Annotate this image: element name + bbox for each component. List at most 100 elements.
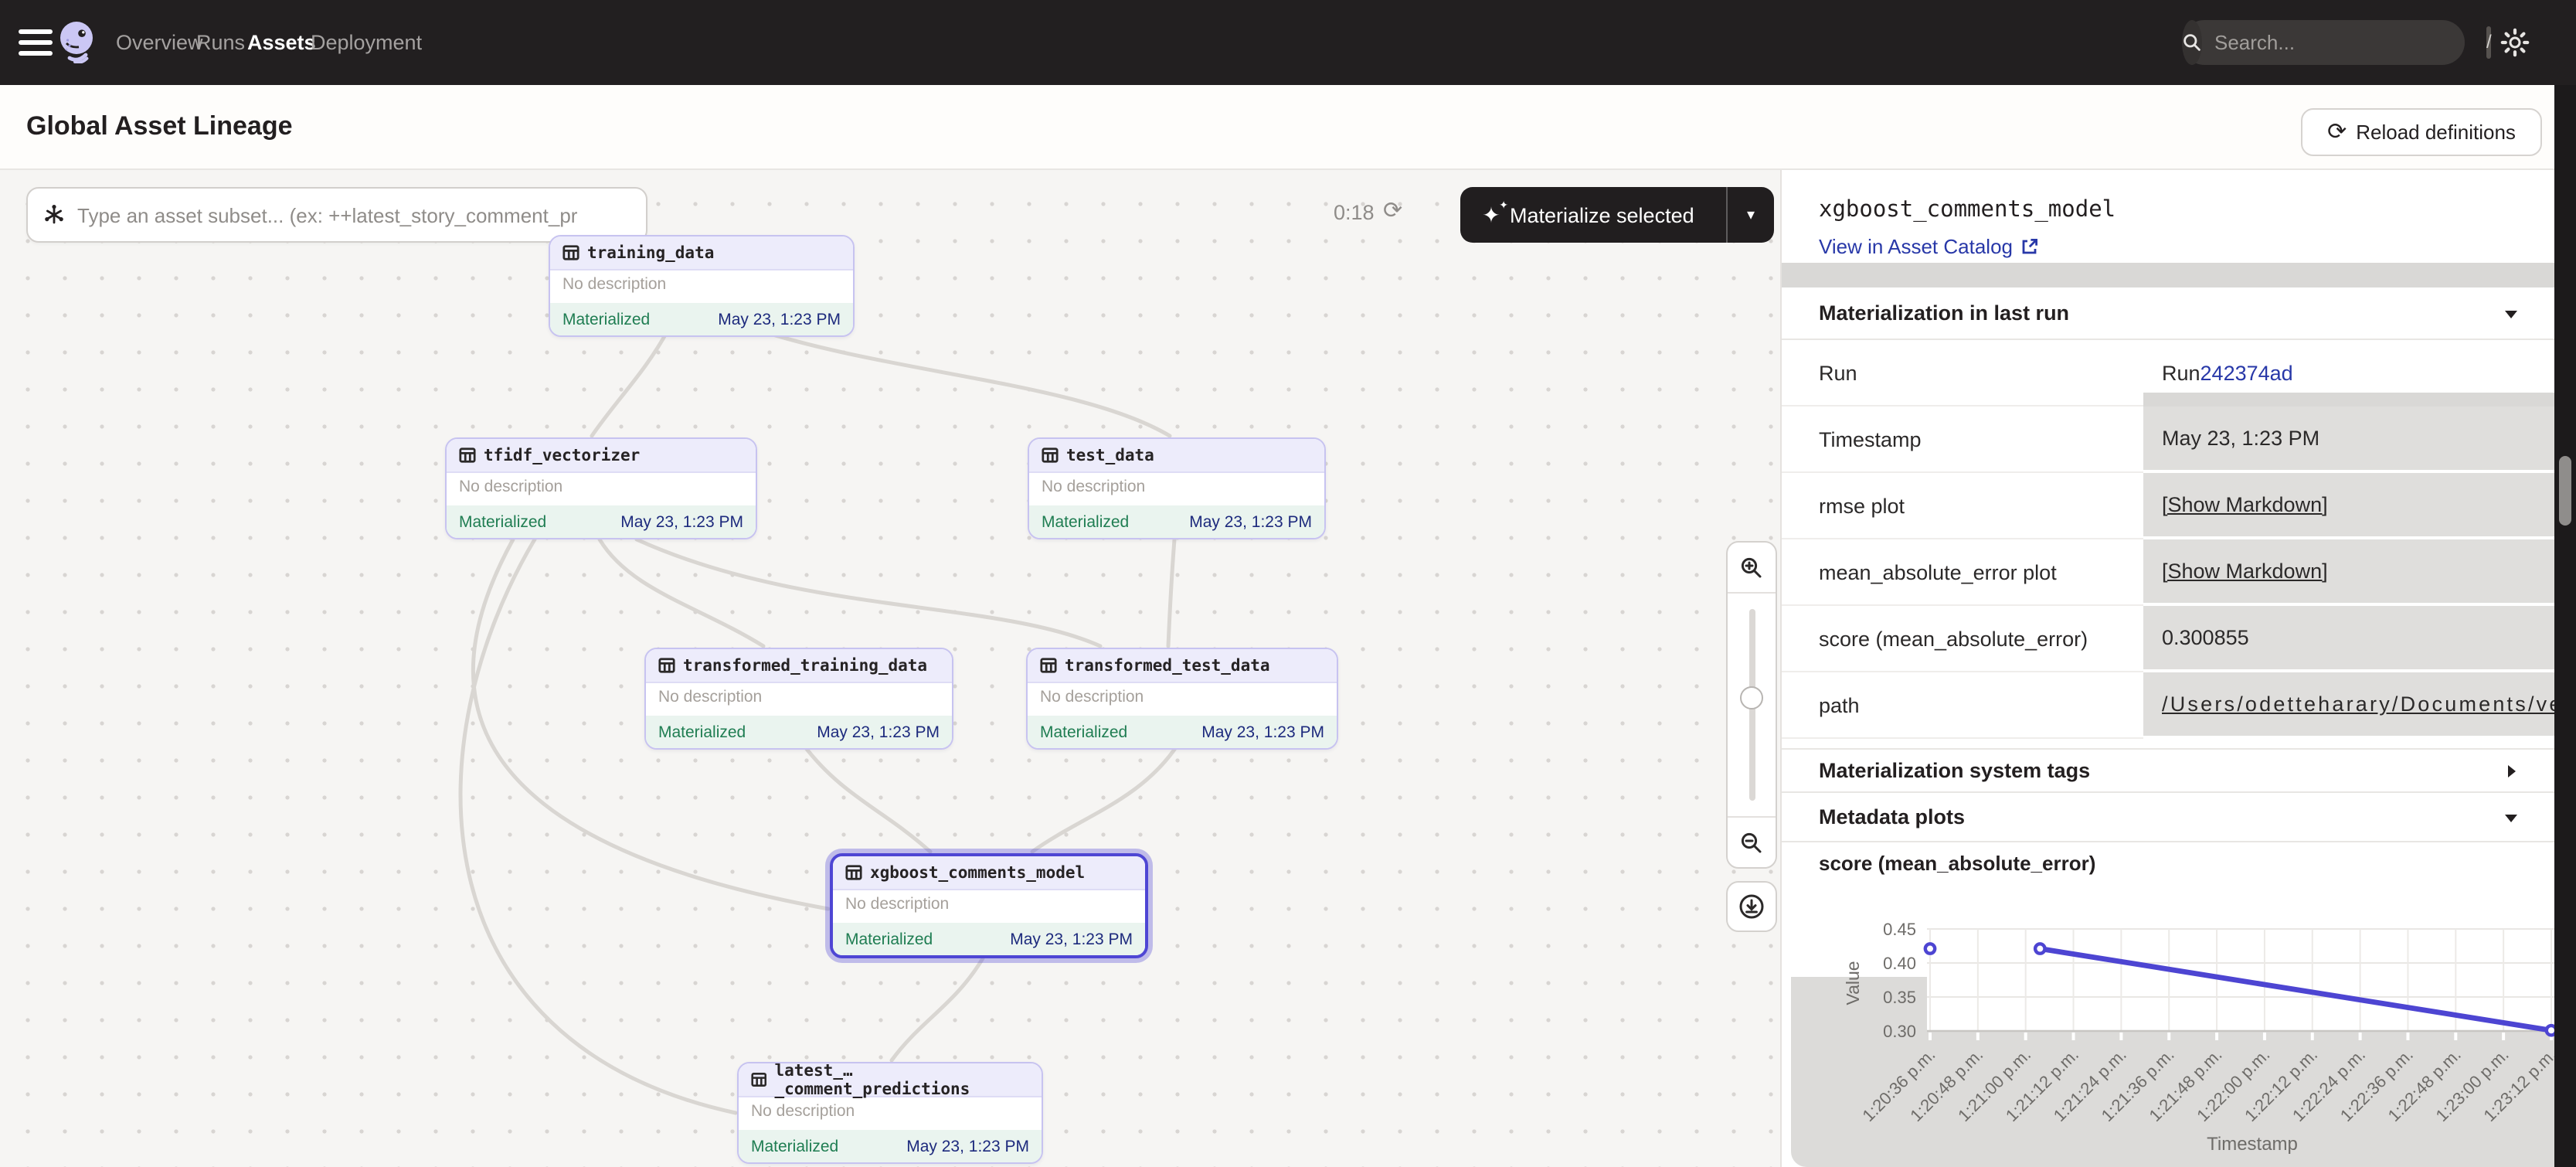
materialized-timestamp: May 23, 1:23 PM bbox=[817, 723, 940, 741]
materialized-timestamp: May 23, 1:23 PM bbox=[906, 1137, 1029, 1155]
svg-text:0.30: 0.30 bbox=[1883, 1022, 1916, 1041]
materialize-dropdown-caret[interactable]: ▾ bbox=[1728, 206, 1774, 223]
search-input[interactable] bbox=[2202, 31, 2486, 54]
metadata-row-rmse-plot: rmse plot [Show Markdown] bbox=[1782, 473, 2556, 539]
section-materialization-in-last-run[interactable]: Materialization in last run bbox=[1782, 287, 2556, 340]
materialize-selected-button[interactable]: ✦✦ Materialize selected ▾ bbox=[1460, 187, 1774, 243]
window-edge-strip bbox=[2554, 85, 2576, 1167]
asset-node-latest-comment-predictions[interactable]: latest_…_comment_predictions No descript… bbox=[737, 1062, 1043, 1164]
materialized-timestamp: May 23, 1:23 PM bbox=[1010, 930, 1133, 948]
metric-plot-title: score (mean_absolute_error) bbox=[1819, 852, 2095, 875]
asset-node-tfidf-vectorizer[interactable]: tfidf_vectorizer No description Material… bbox=[445, 437, 757, 539]
nav-item-assets[interactable]: Assets bbox=[247, 0, 316, 85]
metadata-value: [Show Markdown] bbox=[2143, 473, 2556, 539]
table-icon bbox=[845, 864, 862, 881]
section-metadata-plots[interactable]: Metadata plots bbox=[1782, 793, 2556, 842]
dagster-app: Overview Runs Assets Deployment / bbox=[0, 0, 2576, 1167]
path-link[interactable]: /Users/odetteharary/Documents/version bbox=[2162, 692, 2556, 716]
table-icon bbox=[459, 447, 476, 464]
asset-name: xgboost_comments_model bbox=[870, 863, 1085, 882]
search-shortcut-badge: / bbox=[2486, 26, 2492, 59]
status-badge: Materialized bbox=[459, 512, 546, 531]
catalog-link-label: View in Asset Catalog bbox=[1819, 235, 2013, 258]
zoom-out-button[interactable] bbox=[1728, 816, 1776, 867]
hamburger-menu-icon[interactable] bbox=[19, 29, 53, 56]
page-header: Global Asset Lineage ⟳ Reload definition… bbox=[0, 85, 2576, 170]
vertical-scrollbar-thumb[interactable] bbox=[2559, 456, 2571, 526]
value-column-scrollbar[interactable] bbox=[2143, 393, 2556, 407]
section-title: Materialization system tags bbox=[1819, 759, 2090, 782]
status-badge: Materialized bbox=[1040, 723, 1127, 741]
download-graph-button[interactable] bbox=[1726, 881, 1777, 932]
metadata-row-score: score (mean_absolute_error) 0.300855 bbox=[1782, 606, 2556, 672]
run-id-link[interactable]: 242374ad bbox=[2200, 362, 2293, 385]
asset-description: No description bbox=[1028, 683, 1337, 716]
asset-description: No description bbox=[550, 270, 853, 303]
zoom-slider-handle[interactable] bbox=[1740, 687, 1763, 710]
global-search[interactable]: / bbox=[2182, 20, 2465, 65]
selected-asset-name: xgboost_comments_model bbox=[1819, 198, 2116, 223]
zoom-in-button[interactable] bbox=[1728, 543, 1776, 594]
nav-item-runs[interactable]: Runs bbox=[196, 0, 245, 85]
materialized-timestamp: May 23, 1:23 PM bbox=[620, 512, 743, 531]
chevron-down-icon bbox=[2503, 809, 2519, 825]
svg-text:0.40: 0.40 bbox=[1883, 954, 1916, 973]
asset-description: No description bbox=[739, 1097, 1042, 1130]
refresh-icon[interactable]: ⟳ bbox=[1383, 196, 1402, 224]
refresh-timer: 0:18 bbox=[1334, 201, 1375, 224]
metadata-row-path: path /Users/odetteharary/Documents/versi… bbox=[1782, 672, 2556, 739]
metadata-row-timestamp: Timestamp May 23, 1:23 PM bbox=[1782, 407, 2556, 473]
zoom-slider[interactable] bbox=[1728, 594, 1776, 816]
asset-node-test-data[interactable]: test_data No description MaterializedMay… bbox=[1028, 437, 1326, 539]
search-icon bbox=[2182, 20, 2202, 65]
asset-name: latest_…_comment_predictions bbox=[774, 1062, 1029, 1098]
section-title: Materialization in last run bbox=[1819, 301, 2069, 325]
asset-subset-filter[interactable] bbox=[26, 187, 647, 243]
view-in-asset-catalog-link[interactable]: View in Asset Catalog bbox=[1819, 235, 2037, 258]
materialized-timestamp: May 23, 1:23 PM bbox=[1189, 512, 1312, 531]
table-icon bbox=[1042, 447, 1059, 464]
table-icon bbox=[562, 244, 579, 261]
asset-node-transformed-training-data[interactable]: transformed_training_data No description… bbox=[644, 648, 953, 750]
table-icon bbox=[1040, 657, 1057, 674]
show-markdown-link[interactable]: [Show Markdown] bbox=[2162, 560, 2328, 583]
asset-subset-input[interactable] bbox=[77, 203, 630, 226]
asset-name: tfidf_vectorizer bbox=[484, 446, 640, 464]
reload-definitions-button[interactable]: ⟳ Reload definitions bbox=[2301, 108, 2542, 156]
asset-node-xgboost-comments-model[interactable]: xgboost_comments_model No description Ma… bbox=[830, 853, 1148, 958]
metadata-key: Run bbox=[1782, 340, 2143, 407]
section-materialization-system-tags[interactable]: Materialization system tags bbox=[1782, 748, 2556, 793]
asset-lineage-canvas[interactable]: 0:18 ⟳ ✦✦ Materialize selected ▾ trainin… bbox=[0, 170, 1780, 1167]
asset-node-transformed-test-data[interactable]: transformed_test_data No description Mat… bbox=[1026, 648, 1338, 750]
metadata-value: May 23, 1:23 PM bbox=[2143, 407, 2556, 473]
nav-item-deployment[interactable]: Deployment bbox=[311, 0, 422, 85]
external-link-icon bbox=[2020, 238, 2037, 255]
asset-details-panel: xgboost_comments_model View in Asset Cat… bbox=[1780, 170, 2554, 1167]
chevron-right-icon bbox=[2503, 763, 2519, 778]
top-nav: Overview Runs Assets Deployment / bbox=[0, 0, 2576, 85]
metadata-value: 0.300855 bbox=[2143, 606, 2556, 672]
metadata-value: [Show Markdown] bbox=[2143, 539, 2556, 606]
horizontal-scrollbar[interactable] bbox=[1782, 263, 2556, 287]
nav-item-overview[interactable]: Overview bbox=[116, 0, 203, 85]
asset-selector-icon bbox=[43, 204, 65, 226]
metadata-key: rmse plot bbox=[1782, 473, 2143, 539]
metadata-key: mean_absolute_error plot bbox=[1782, 539, 2143, 606]
show-markdown-link[interactable]: [Show Markdown] bbox=[2162, 493, 2328, 516]
asset-name: test_data bbox=[1066, 446, 1154, 464]
download-icon bbox=[1738, 893, 1765, 920]
dagster-logo-icon[interactable] bbox=[56, 20, 97, 63]
page-title: Global Asset Lineage bbox=[26, 111, 293, 142]
asset-name: transformed_test_data bbox=[1065, 656, 1270, 675]
metadata-key: Timestamp bbox=[1782, 407, 2143, 473]
metadata-value: /Users/odetteharary/Documents/version bbox=[2143, 672, 2556, 739]
settings-gear-icon[interactable] bbox=[2500, 28, 2530, 57]
table-icon bbox=[658, 657, 675, 674]
svg-text:Timestamp: Timestamp bbox=[2207, 1134, 2298, 1155]
svg-text:0.35: 0.35 bbox=[1883, 988, 1916, 1007]
asset-description: No description bbox=[1029, 473, 1324, 505]
status-badge: Materialized bbox=[845, 930, 933, 948]
svg-text:Value: Value bbox=[1843, 961, 1863, 1005]
asset-description: No description bbox=[833, 890, 1145, 923]
asset-node-training-data[interactable]: training_data No description Materialize… bbox=[549, 235, 855, 337]
